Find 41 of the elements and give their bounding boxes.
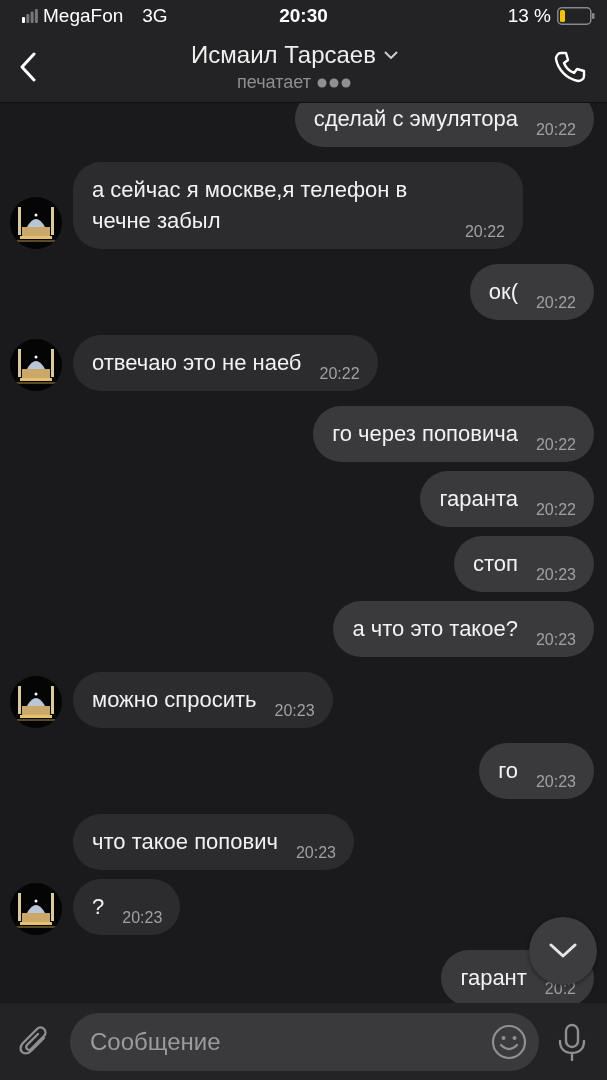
- message-time: 20:22: [535, 436, 576, 454]
- microphone-icon[interactable]: [557, 1022, 587, 1061]
- message-time: 20:22: [464, 223, 505, 241]
- message-time: 20:23: [274, 702, 315, 720]
- network-type: 3G: [142, 5, 168, 27]
- message-field[interactable]: Сообщение: [70, 1012, 539, 1071]
- message-text: а сейчас я москве,я телефон в чечне забыл: [92, 176, 409, 235]
- message-time: 20:22: [535, 121, 576, 139]
- emoji-icon[interactable]: [491, 1023, 527, 1060]
- clock-time: 20:30: [279, 5, 328, 26]
- message-time: 20:23: [295, 844, 336, 862]
- message-time: 20:23: [535, 773, 576, 791]
- phone-icon[interactable]: [553, 50, 587, 84]
- message-text: гаранта: [439, 485, 518, 513]
- typing-dots-icon: [316, 77, 352, 88]
- chevron-down-icon: [549, 943, 577, 959]
- message-time: 20:22: [535, 294, 576, 312]
- message-text: гарант: [460, 964, 527, 992]
- back-icon[interactable]: [20, 52, 36, 82]
- signal-icon: [22, 9, 38, 23]
- message-text: можно спросить: [92, 686, 257, 714]
- message-text: ок(: [488, 278, 518, 306]
- message-text: а что это такое?: [352, 615, 518, 643]
- contact-name[interactable]: Исмаил Тарсаев: [191, 41, 376, 69]
- battery-icon: [557, 7, 595, 25]
- message-time: 20:22: [319, 365, 360, 383]
- message-text: что такое попович: [92, 828, 278, 856]
- battery-percent: 13 %: [507, 5, 551, 27]
- message-text: ?: [92, 893, 105, 921]
- message-time: 20:23: [122, 909, 163, 927]
- message-text: сделай с эмулятора: [313, 105, 518, 133]
- message-text: стоп: [472, 550, 518, 578]
- caret-icon[interactable]: [383, 51, 398, 59]
- message-text: го: [498, 757, 518, 785]
- message-text: го через поповича: [332, 420, 518, 448]
- message-time: 20:23: [535, 566, 576, 584]
- message-text: отвечаю это не наеб: [92, 349, 302, 377]
- carrier-name: MegaFon: [43, 5, 124, 27]
- typing-status: печатает: [237, 72, 311, 93]
- message-time: 20:22: [535, 501, 576, 519]
- message-time: 20:23: [535, 631, 576, 649]
